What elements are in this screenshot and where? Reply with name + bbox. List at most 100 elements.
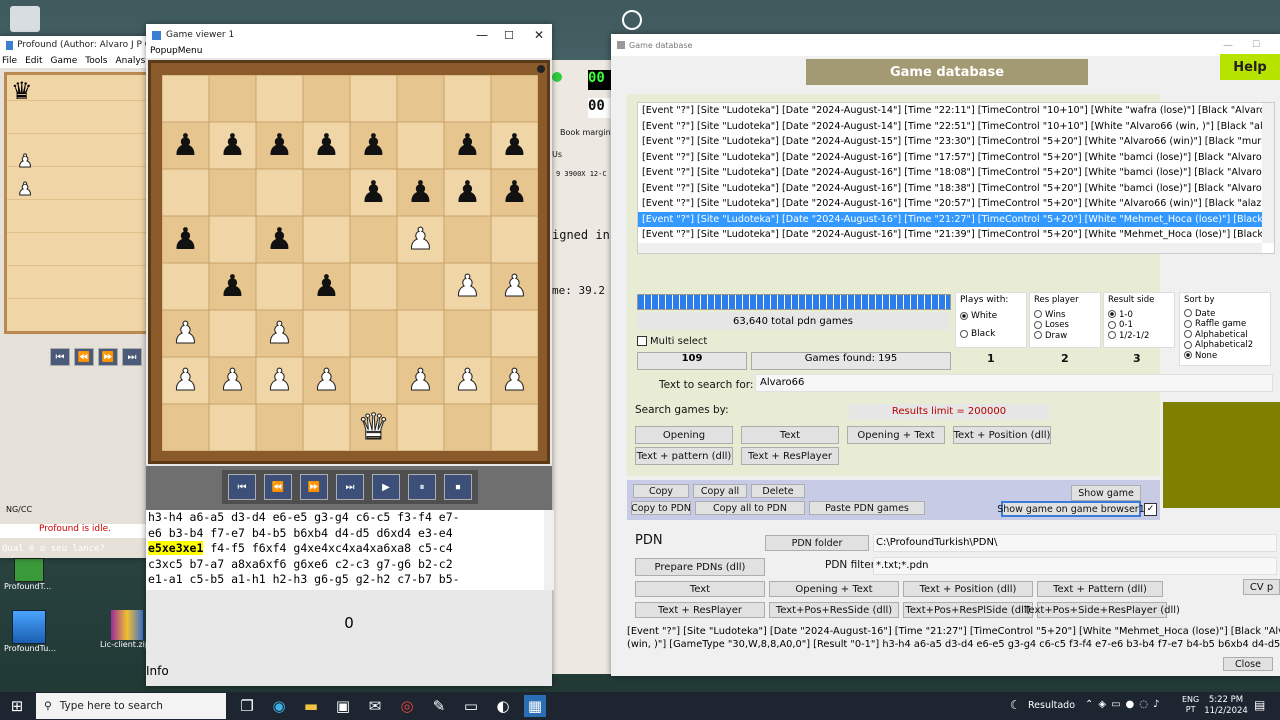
- taskbar-search[interactable]: ⚲ Type here to search: [36, 693, 226, 719]
- pdn-folder-button[interactable]: PDN folder: [765, 535, 869, 551]
- location-icon[interactable]: ◈: [1098, 699, 1111, 710]
- prepare-pdns-button[interactable]: Prepare PDNs (dll): [635, 558, 765, 576]
- volume-icon[interactable]: ♪: [1153, 699, 1164, 710]
- radio-wins[interactable]: Wins: [1034, 310, 1096, 321]
- radio-sort-raffle[interactable]: Raffle game: [1184, 319, 1266, 330]
- pause-button[interactable]: ⏸: [408, 474, 436, 500]
- first-button[interactable]: ⏮: [50, 348, 70, 366]
- pdn-text-resplayer-button[interactable]: Text + ResPlayer: [635, 602, 765, 618]
- maximize-button[interactable]: ☐: [1252, 40, 1260, 50]
- show-browser-checkbox[interactable]: ✓: [1144, 503, 1157, 516]
- black-pawn-icon[interactable]: ♟: [313, 271, 340, 302]
- opening-text-button[interactable]: Opening + Text: [847, 426, 945, 444]
- radio-sort-alpha2[interactable]: Alphabetical2: [1184, 340, 1266, 351]
- board-square[interactable]: [397, 310, 444, 357]
- radio-sort-alpha[interactable]: Alphabetical: [1184, 330, 1266, 341]
- board-square[interactable]: ♟: [444, 357, 491, 404]
- board-square[interactable]: ♟: [491, 169, 538, 216]
- radio-sort-date[interactable]: Date: [1184, 309, 1266, 320]
- board-square[interactable]: [350, 75, 397, 122]
- menu-file[interactable]: File: [2, 56, 17, 66]
- copy-to-pdn-button[interactable]: Copy to PDN: [631, 501, 691, 515]
- edge-icon[interactable]: ◉: [268, 695, 290, 717]
- menu-tools[interactable]: Tools: [85, 56, 107, 66]
- board-square[interactable]: [350, 263, 397, 310]
- board-square[interactable]: [256, 404, 303, 451]
- mic-icon[interactable]: ●: [1126, 699, 1140, 710]
- next-move-button[interactable]: ⏩: [300, 474, 328, 500]
- board-square[interactable]: [491, 75, 538, 122]
- board-square[interactable]: ♟: [491, 357, 538, 404]
- white-pawn-icon[interactable]: ♟: [501, 271, 529, 302]
- board-corner-dot[interactable]: [537, 65, 545, 73]
- board-square[interactable]: ♟: [444, 169, 491, 216]
- radio-white[interactable]: White: [960, 311, 1022, 321]
- board-square[interactable]: [350, 216, 397, 263]
- game-list-row[interactable]: [Event "?"] [Site "Ludoteka"] [Date "202…: [638, 211, 1262, 227]
- game-list-row[interactable]: [Event "?"] [Site "Ludoteka"] [Date "202…: [638, 150, 1262, 166]
- task-view-icon[interactable]: ❐: [236, 695, 258, 717]
- first-move-button[interactable]: ⏮: [228, 474, 256, 500]
- black-pawn-icon[interactable]: ♟: [454, 130, 481, 161]
- board-square[interactable]: ♟: [491, 122, 538, 169]
- black-pawn-icon[interactable]: ♟: [360, 130, 387, 161]
- pdn-text-position-button[interactable]: Text + Position (dll): [903, 581, 1033, 597]
- board-square[interactable]: [350, 310, 397, 357]
- radio-loses[interactable]: Loses: [1034, 320, 1096, 331]
- board-square[interactable]: [491, 310, 538, 357]
- black-pawn-icon[interactable]: ♟: [501, 177, 528, 208]
- search-input[interactable]: Alvaro66: [755, 374, 1273, 392]
- board-square[interactable]: [397, 122, 444, 169]
- battery-icon[interactable]: ▭: [1111, 699, 1125, 710]
- board-square[interactable]: [256, 263, 303, 310]
- desktop-icon-profound2[interactable]: ProfoundTu...: [4, 610, 56, 653]
- radio-1-0[interactable]: 1-0: [1108, 310, 1170, 321]
- terminal-icon[interactable]: ▭: [460, 695, 482, 717]
- board-square[interactable]: ♟: [444, 122, 491, 169]
- board-square[interactable]: ♟: [303, 122, 350, 169]
- game-list-row[interactable]: [Event "?"] [Site "Ludoteka"] [Date "202…: [638, 181, 1262, 197]
- board-square[interactable]: [162, 169, 209, 216]
- board-square[interactable]: ♟: [256, 216, 303, 263]
- board-square[interactable]: [256, 169, 303, 216]
- last-button[interactable]: ⏭: [122, 348, 142, 366]
- white-pawn-icon[interactable]: ♟: [172, 365, 200, 396]
- stop-button[interactable]: ⏹: [444, 474, 472, 500]
- play-button[interactable]: ▶: [372, 474, 400, 500]
- white-queen-icon[interactable]: ♛: [357, 409, 390, 446]
- minimize-button[interactable]: —: [476, 28, 488, 42]
- radio-0-1[interactable]: 0-1: [1108, 320, 1170, 331]
- next-button[interactable]: ⏩: [98, 348, 118, 366]
- minimize-button[interactable]: —: [1223, 40, 1233, 51]
- network-icon[interactable]: ◌: [1139, 699, 1153, 710]
- game-list-row[interactable]: [Event "?"] [Site "Ludoteka"] [Date "202…: [638, 103, 1262, 119]
- checkers-board[interactable]: ♟ ♟ ♟ ♟ ♟ ♟ ♟ ♟ ♟ ♟ ♟ ♟ ♟ ♟ ♟ ♟ ♟ ♟ ♟ ♟ ♟ ♟ ♟ ♟ ♟ ♟ ♟ ♛: [162, 75, 538, 451]
- board-square[interactable]: [491, 404, 538, 451]
- board-square[interactable]: ♟: [209, 263, 256, 310]
- radio-draw-side[interactable]: 1/2-1/2: [1108, 331, 1170, 342]
- board-square[interactable]: [256, 75, 303, 122]
- start-button[interactable]: ⊞: [6, 695, 28, 717]
- help-button[interactable]: Help: [1220, 54, 1280, 80]
- black-pawn-icon[interactable]: ♟: [172, 130, 199, 161]
- move-list[interactable]: h3-h4 a6-a5 d3-d4 e6-e5 g3-g4 c6-c5 f3-f…: [146, 510, 554, 590]
- board-square[interactable]: [162, 75, 209, 122]
- game-list-scrollbar[interactable]: [1262, 103, 1274, 243]
- white-pawn-icon[interactable]: ♟: [219, 365, 247, 396]
- board-square[interactable]: [303, 216, 350, 263]
- file-explorer-icon[interactable]: ▬: [300, 695, 322, 717]
- chevron-up-icon[interactable]: ⌃: [1085, 699, 1098, 710]
- pdn-text-pattern-button[interactable]: Text + Pattern (dll): [1037, 581, 1163, 597]
- white-pawn-icon[interactable]: ♟: [313, 365, 341, 396]
- board-square[interactable]: [444, 75, 491, 122]
- pdn-folder-input[interactable]: C:\ProfoundTurkish\PDN\: [873, 534, 1277, 552]
- white-pawn-icon[interactable]: ♟: [266, 365, 294, 396]
- pdn-filter-input[interactable]: *.txt;*.pdn: [873, 557, 1277, 575]
- app-task-icon[interactable]: ▦: [524, 695, 546, 717]
- board-square[interactable]: ♟: [256, 357, 303, 404]
- copy-all-to-pdn-button[interactable]: Copy all to PDN: [695, 501, 805, 515]
- game-list-row[interactable]: [Event "?"] [Site "Ludoteka"] [Date "202…: [638, 134, 1262, 150]
- pdn-pos-side-resplayer-button[interactable]: Text+Pos+Side+ResPlayer (dll): [1024, 602, 1180, 618]
- weather-text[interactable]: Resultado: [1028, 700, 1075, 711]
- board-square[interactable]: [444, 310, 491, 357]
